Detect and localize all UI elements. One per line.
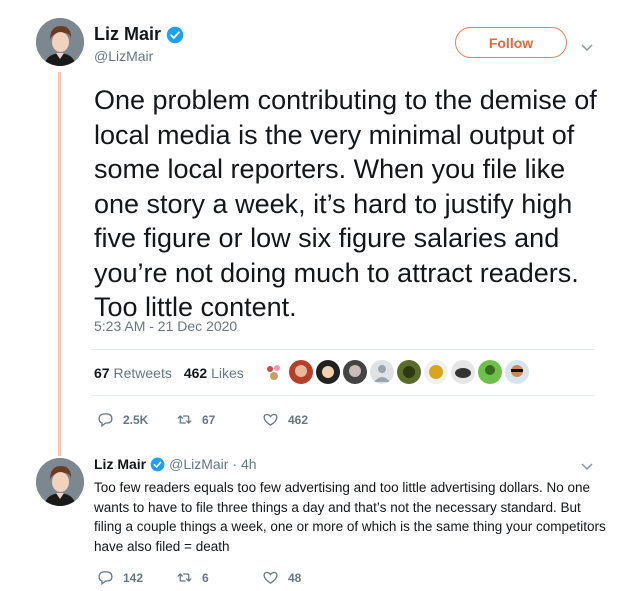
liker-avatar[interactable] [370, 360, 394, 384]
reply-count: 142 [123, 570, 144, 585]
tweet-text: One problem contributing to the demise o… [94, 85, 597, 322]
retweet-count: 67 [202, 412, 216, 427]
thread-connector-line [58, 72, 61, 456]
heart-icon [263, 571, 278, 584]
reply-action[interactable]: 142 [97, 569, 176, 586]
reply-header: Liz Mair @LizMair · 4h [94, 456, 257, 472]
likes-label: Likes [211, 365, 244, 381]
reply-text: Too few readers equals too few advertisi… [94, 480, 606, 554]
like-action[interactable]: 48 [262, 569, 301, 586]
liker-avatar[interactable] [478, 360, 502, 384]
retweets-stat[interactable]: 67 Retweets [94, 365, 172, 381]
liker-avatar[interactable] [424, 360, 448, 384]
verified-badge-icon [166, 26, 184, 43]
liker-avatar[interactable] [343, 360, 367, 384]
like-action[interactable]: 462 [262, 411, 308, 428]
divider [91, 349, 595, 350]
likes-count: 462 [183, 365, 208, 381]
chevron-down-icon[interactable] [580, 40, 594, 54]
divider [91, 395, 595, 396]
retweet-action[interactable]: 6 [176, 569, 262, 586]
reply-author-name[interactable]: Liz Mair [94, 456, 146, 472]
reply-icon [98, 413, 113, 428]
likes-stat[interactable]: 462 Likes [184, 365, 244, 381]
reply-action[interactable]: 2.5K [97, 411, 176, 428]
reply-author-handle[interactable]: @LizMair [169, 456, 228, 472]
heart-icon [263, 413, 278, 426]
reply-icon [98, 571, 113, 586]
retweet-icon [177, 415, 192, 424]
retweets-label: Retweets [113, 365, 172, 381]
chevron-down-icon[interactable] [580, 459, 594, 473]
follow-button[interactable]: Follow [455, 27, 567, 58]
reply-count: 2.5K [123, 412, 149, 427]
reply-tweet-actions: 142 6 48 [97, 569, 301, 586]
retweet-count: 6 [202, 570, 209, 585]
retweets-count: 67 [94, 365, 110, 381]
retweet-icon [177, 573, 192, 582]
like-count: 48 [288, 570, 302, 585]
liker-avatar[interactable] [451, 360, 475, 384]
tweet-timestamp[interactable]: 5:23 AM - 21 Dec 2020 [94, 318, 237, 334]
liker-avatar[interactable] [262, 360, 286, 384]
like-count: 462 [288, 412, 309, 427]
engagement-stats: 67 Retweets 462 Likes [94, 365, 244, 381]
liker-avatar[interactable] [397, 360, 421, 384]
reply-time[interactable]: · 4h [232, 456, 256, 472]
retweet-action[interactable]: 67 [176, 411, 262, 428]
reply-avatar[interactable] [36, 458, 84, 506]
tweet-actions: 2.5K 67 462 [97, 411, 308, 428]
avatar[interactable] [36, 18, 84, 66]
liker-avatar[interactable] [505, 360, 529, 384]
author-name[interactable]: Liz Mair [94, 24, 184, 45]
liker-avatar[interactable] [316, 360, 340, 384]
author-name-text[interactable]: Liz Mair [94, 24, 161, 45]
liker-avatars [262, 360, 529, 384]
liker-avatar[interactable] [289, 360, 313, 384]
verified-badge-icon [150, 457, 165, 471]
author-handle[interactable]: @LizMair [94, 48, 153, 64]
